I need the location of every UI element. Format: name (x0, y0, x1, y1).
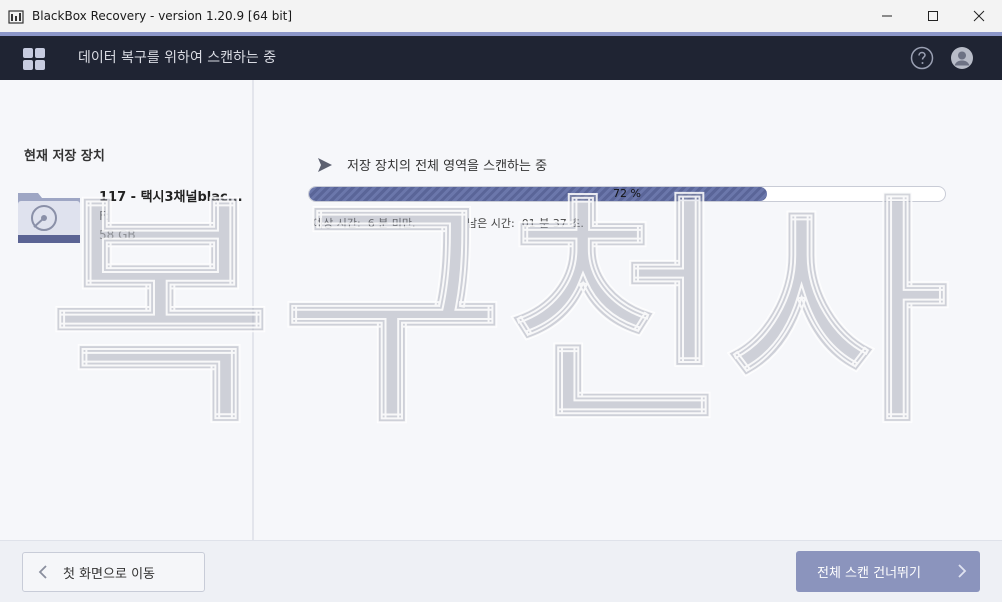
scan-panel: 저장 장치의 전체 영역을 스캔하는 중 72 % 예상 시간: 6 분 미만.… (254, 80, 1002, 540)
remaining-time: 남은 시간: 01 분 37 초. (467, 215, 584, 231)
drive-name: 117 - 택시3채널blac... (99, 190, 243, 205)
app-header: 데이터 복구를 위하여 스캔하는 중 (0, 36, 1002, 80)
progress-label: 72 % (613, 187, 641, 200)
main-area: 현재 저장 장치 117 - 택시3채널blac... F: 58 GB 저장 … (0, 80, 1002, 540)
estimated-time-value: 6 분 미만. (367, 217, 416, 230)
header-title: 데이터 복구를 위하여 스캔하는 중 (78, 50, 277, 66)
estimated-time-label: 예상 시간: (313, 217, 361, 230)
app-icon (8, 10, 24, 24)
window-title: BlackBox Recovery - version 1.20.9 [64 b… (32, 9, 293, 23)
left-panel: 현재 저장 장치 117 - 택시3채널blac... F: 58 GB (0, 80, 252, 540)
footer-bar: 첫 화면으로 이동 전체 스캔 건너뛰기 (0, 540, 1002, 602)
minimize-button[interactable] (864, 0, 910, 32)
user-avatar-icon[interactable] (950, 46, 974, 70)
close-icon (973, 10, 985, 22)
section-title: 현재 저장 장치 (24, 149, 105, 164)
minimize-icon (882, 15, 892, 17)
skip-full-scan-button[interactable]: 전체 스캔 건너뛰기 (796, 551, 980, 592)
close-button[interactable] (956, 0, 1002, 32)
back-button-label: 첫 화면으로 이동 (63, 566, 155, 582)
chevron-left-icon (38, 565, 47, 579)
help-icon[interactable] (910, 46, 934, 70)
drive-size: 58 GB (99, 228, 136, 242)
maximize-button[interactable] (910, 0, 956, 32)
scan-play-icon (318, 158, 332, 172)
scan-status-title: 저장 장치의 전체 영역을 스캔하는 중 (347, 159, 548, 174)
remaining-time-label: 남은 시간: (467, 217, 515, 230)
drive-letter: F: (99, 209, 110, 223)
grid-menu-icon[interactable] (23, 48, 45, 70)
back-to-home-button[interactable]: 첫 화면으로 이동 (22, 552, 205, 592)
chevron-right-icon (958, 564, 967, 578)
hard-drive-icon (18, 193, 80, 243)
window-titlebar: BlackBox Recovery - version 1.20.9 [64 b… (0, 0, 1002, 32)
maximize-icon (928, 11, 938, 21)
skip-button-label: 전체 스캔 건너뛰기 (817, 566, 921, 581)
estimated-time: 예상 시간: 6 분 미만. (313, 215, 416, 231)
window-controls (864, 0, 1002, 32)
scan-progress-bar: 72 % (308, 186, 946, 202)
remaining-time-value: 01 분 37 초. (521, 217, 584, 230)
